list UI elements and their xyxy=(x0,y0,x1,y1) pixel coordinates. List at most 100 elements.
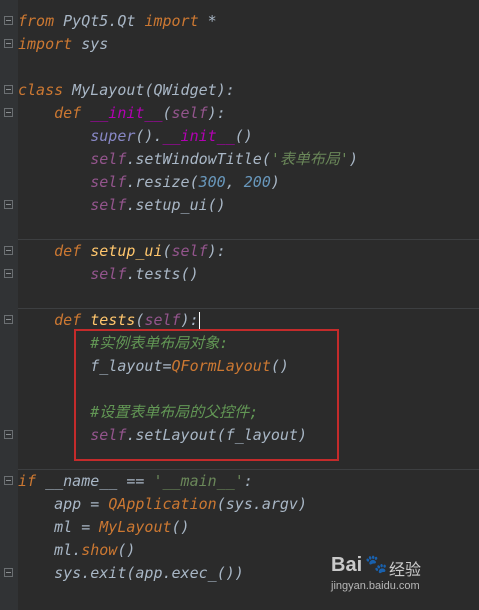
code-line-24[interactable]: ml.show() xyxy=(18,539,135,562)
fold-marker-icon[interactable] xyxy=(4,269,13,278)
code-line-23[interactable]: ml = MyLayout() xyxy=(18,516,190,539)
code-line-6[interactable]: super().__init__() xyxy=(18,125,253,148)
class-call: MyLayout xyxy=(99,518,172,536)
code-line-7[interactable]: self.setWindowTitle('表单布局') xyxy=(18,148,358,171)
punct: ): xyxy=(207,104,226,122)
punct: ) xyxy=(270,173,280,191)
punct: , xyxy=(225,173,244,191)
text-cursor xyxy=(198,312,200,329)
method-call: show xyxy=(81,541,118,559)
punct: () xyxy=(207,196,226,214)
method-call: resize xyxy=(135,173,190,191)
self-ref: self xyxy=(90,150,127,168)
fold-marker-icon[interactable] xyxy=(4,16,13,25)
keyword: from xyxy=(18,12,55,30)
function-name: __init__ xyxy=(90,104,163,122)
method-call: exit xyxy=(90,564,127,582)
code-line-4[interactable]: class MyLayout(QWidget): xyxy=(18,79,235,102)
import-target: * xyxy=(198,12,217,30)
variable: ml xyxy=(54,518,73,536)
punct: ): xyxy=(207,242,226,260)
self-param: self xyxy=(171,104,208,122)
baidu-jingyan-watermark: Bai 🐾 经验 jingyan.baidu.com xyxy=(331,554,451,594)
self-param: self xyxy=(171,242,208,260)
number-literal: 300 xyxy=(198,173,226,191)
punct: . xyxy=(81,564,91,582)
fold-marker-icon[interactable] xyxy=(4,568,13,577)
highlight-box xyxy=(74,329,339,461)
operator: == xyxy=(117,472,154,490)
punct: ): xyxy=(216,81,235,99)
fold-marker-icon[interactable] xyxy=(4,430,13,439)
punct: : xyxy=(243,472,253,490)
dunder-method: __init__ xyxy=(162,127,235,145)
code-line-5[interactable]: def __init__(self): xyxy=(18,102,226,125)
argument: sys.argv xyxy=(225,495,298,513)
code-editor[interactable]: from PyQt5.Qt import * import sys class … xyxy=(0,0,479,610)
function-name: tests xyxy=(90,311,136,329)
method-call: setWindowTitle xyxy=(135,150,262,168)
dunder-name: __name__ xyxy=(45,472,118,490)
code-line-2[interactable]: import sys xyxy=(18,33,108,56)
punct: . xyxy=(72,541,82,559)
fold-marker-icon[interactable] xyxy=(4,476,13,485)
fold-marker-icon[interactable] xyxy=(4,39,13,48)
keyword: def xyxy=(54,311,82,329)
code-line-11[interactable]: def setup_ui(self): xyxy=(18,240,226,263)
code-line-25[interactable]: sys.exit(app.exec_()) xyxy=(18,562,244,585)
code-line-1[interactable]: from PyQt5.Qt import * xyxy=(18,10,217,33)
code-line-21[interactable]: if __name__ == '__main__': xyxy=(18,470,253,493)
code-line-12[interactable]: self.tests() xyxy=(18,263,199,286)
fold-marker-icon[interactable] xyxy=(4,246,13,255)
keyword: def xyxy=(54,242,82,260)
punct: () xyxy=(180,265,199,283)
watermark-brand: Bai xyxy=(331,554,363,576)
punct: () xyxy=(171,518,190,536)
punct: ()) xyxy=(216,564,244,582)
punct: ) xyxy=(348,150,358,168)
builtin-call: super xyxy=(90,127,136,145)
punct: ( xyxy=(162,104,172,122)
editor-gutter xyxy=(0,0,18,610)
paw-icon: 🐾 xyxy=(365,554,388,575)
fold-marker-icon[interactable] xyxy=(4,108,13,117)
punct: ( xyxy=(216,495,226,513)
punct: ): xyxy=(180,311,199,329)
fold-marker-icon[interactable] xyxy=(4,315,13,324)
code-line-8[interactable]: self.resize(300, 200) xyxy=(18,171,280,194)
keyword: if xyxy=(18,472,37,490)
method-call: exec_ xyxy=(171,564,217,582)
module-name: PyQt5.Qt xyxy=(54,12,145,30)
code-line-9[interactable]: self.setup_ui() xyxy=(18,194,226,217)
class-call: QApplication xyxy=(108,495,217,513)
fold-marker-icon[interactable] xyxy=(4,200,13,209)
punct: () xyxy=(117,541,136,559)
punct: ( xyxy=(162,242,172,260)
keyword: def xyxy=(54,104,82,122)
operator: = xyxy=(81,495,109,513)
module-name: sys xyxy=(72,35,109,53)
self-ref: self xyxy=(90,265,127,283)
code-line-22[interactable]: app = QApplication(sys.argv) xyxy=(18,493,307,516)
operator: = xyxy=(72,518,100,536)
watermark-cn: 经验 xyxy=(389,560,422,579)
keyword: import xyxy=(144,12,199,30)
number-literal: 200 xyxy=(243,173,271,191)
punct: (). xyxy=(135,127,163,145)
base-class: QWidget xyxy=(153,81,217,99)
fold-marker-icon[interactable] xyxy=(4,85,13,94)
module-name: sys xyxy=(54,564,82,582)
class-name: MyLayout xyxy=(63,81,145,99)
